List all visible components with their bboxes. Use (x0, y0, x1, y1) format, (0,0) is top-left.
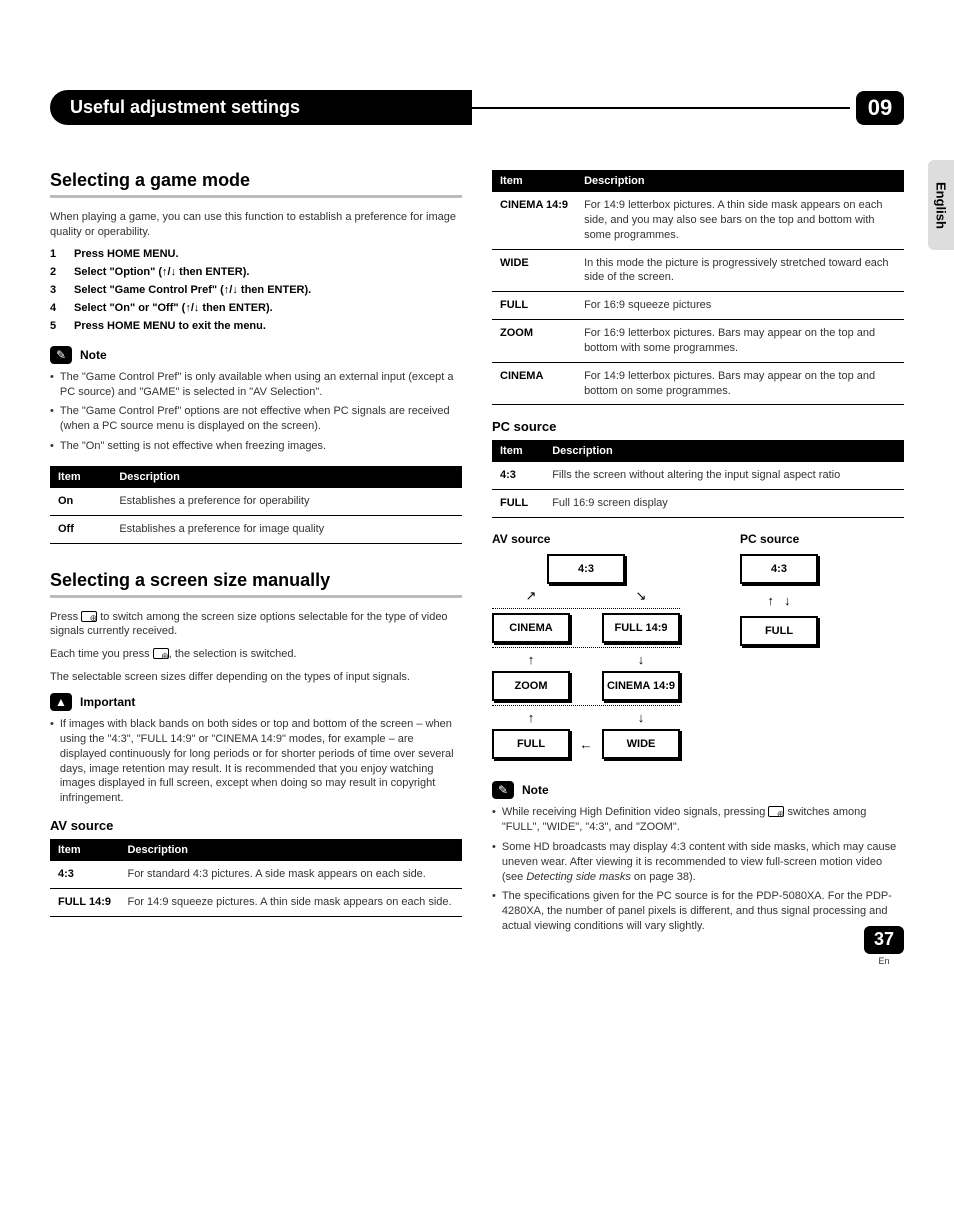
arrow-up-icon (528, 652, 535, 667)
left-column: Selecting a game mode When playing a gam… (50, 170, 462, 946)
note-bullets-right: While receiving High Definition video si… (492, 805, 904, 934)
arrow-left-icon (580, 737, 593, 752)
section-title-screen-size: Selecting a screen size manually (50, 570, 462, 598)
arrow-down-icon (638, 652, 645, 667)
arrow-down-icon (638, 710, 645, 725)
box-4-3-pc: 4:3 (740, 554, 818, 584)
box-wide: WIDE (602, 729, 680, 759)
note-heading: ✎ Note (50, 346, 462, 364)
chapter-bar-line (470, 107, 850, 109)
box-cinema: CINEMA (492, 613, 570, 643)
steps-list: 1Press HOME MENU. 2Select "Option" (↑/↓ … (50, 248, 462, 332)
box-cinema-14-9: CINEMA 14:9 (602, 671, 680, 701)
pencil-icon: ✎ (492, 781, 514, 799)
important-bullets: If images with black bands on both sides… (50, 717, 462, 806)
box-full-pc: FULL (740, 616, 818, 646)
note-heading-right: ✎ Note (492, 781, 904, 799)
arrow-se-icon (636, 588, 647, 604)
warning-icon: ▲ (50, 693, 72, 711)
pc-source-heading: PC source (492, 419, 904, 434)
game-pref-table: ItemDescription OnEstablishes a preferen… (50, 466, 462, 544)
screen-size-button-icon (768, 806, 784, 817)
box-zoom: ZOOM (492, 671, 570, 701)
pc-source-table: ItemDescription 4:3Fills the screen with… (492, 440, 904, 518)
arrow-ne-icon (526, 588, 537, 604)
av-source-heading: AV source (50, 818, 462, 833)
right-column: ItemDescription CINEMA 14:9For 14:9 lett… (492, 170, 904, 946)
language-tab: English (928, 160, 954, 250)
screen-size-button-icon (81, 611, 97, 622)
arrow-down-icon (784, 592, 791, 608)
box-full-14-9: FULL 14:9 (602, 613, 680, 643)
note-bullets: The "Game Control Pref" is only availabl… (50, 370, 462, 454)
arrow-up-icon (528, 710, 535, 725)
pencil-icon: ✎ (50, 346, 72, 364)
page-number: 37 En (864, 926, 904, 966)
intro-text: When playing a game, you can use this fu… (50, 210, 462, 240)
section-title-game-mode: Selecting a game mode (50, 170, 462, 198)
screen-size-button-icon (153, 648, 169, 659)
av-source-diagram: AV source 4:3 CINEMA FULL 14:9 ZOOM (492, 532, 680, 759)
screen-size-diagrams: AV source 4:3 CINEMA FULL 14:9 ZOOM (492, 532, 904, 759)
box-full: FULL (492, 729, 570, 759)
av-source-table-right: ItemDescription CINEMA 14:9For 14:9 lett… (492, 170, 904, 405)
screen-size-p2: Each time you press , the selection is s… (50, 647, 462, 662)
screen-size-p3: The selectable screen sizes differ depen… (50, 670, 462, 685)
chapter-bar: Useful adjustment settings 09 (50, 90, 904, 125)
chapter-number: 09 (856, 91, 904, 125)
box-4-3: 4:3 (547, 554, 625, 584)
arrow-up-icon (768, 592, 775, 608)
screen-size-p1: Press to switch among the screen size op… (50, 610, 462, 640)
pc-source-diagram: PC source 4:3 FULL (740, 532, 818, 759)
av-source-table-left: ItemDescription 4:3For standard 4:3 pict… (50, 839, 462, 917)
chapter-title: Useful adjustment settings (50, 90, 472, 125)
important-heading: ▲ Important (50, 693, 462, 711)
